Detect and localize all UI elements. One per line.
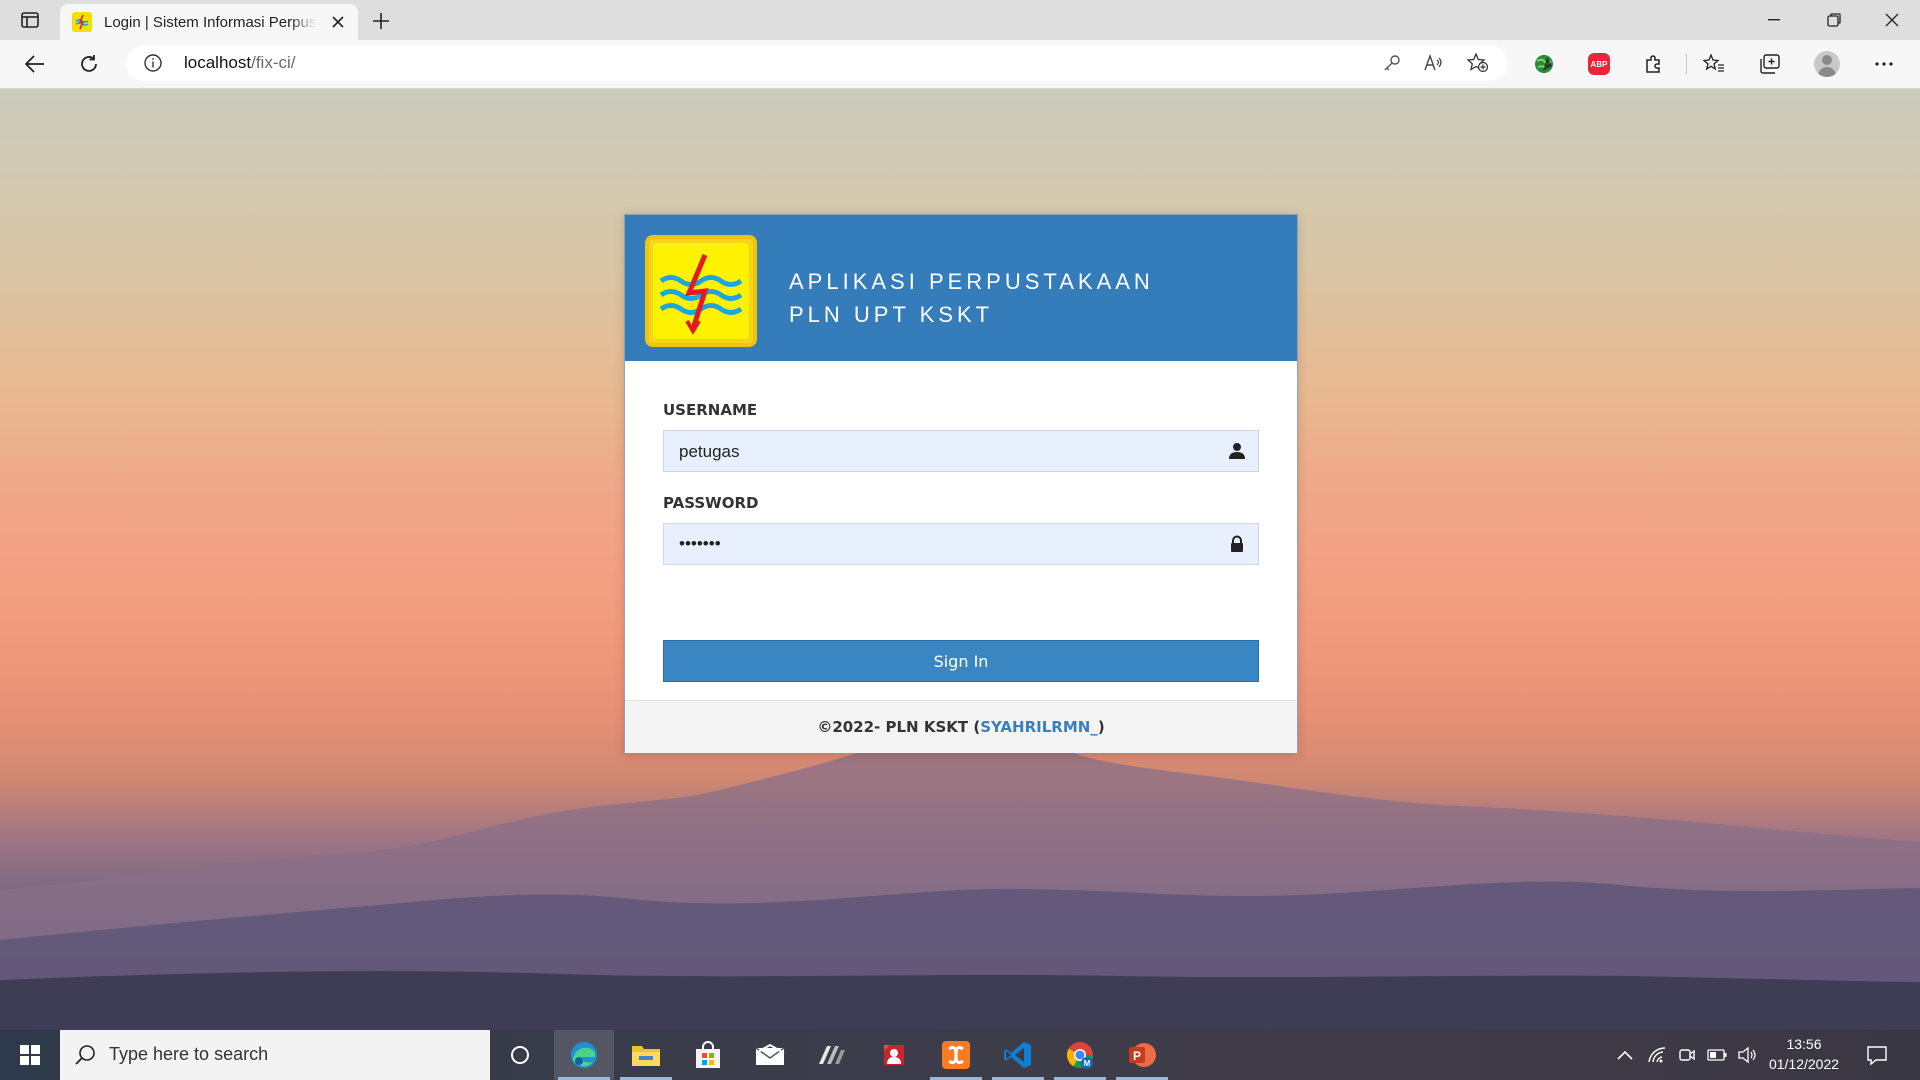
pln-logo: [645, 235, 757, 347]
abp-badge: ABP: [1588, 53, 1610, 75]
username-value: petugas: [679, 442, 740, 461]
close-window-icon[interactable]: [1864, 0, 1920, 40]
file-explorer-icon[interactable]: [616, 1030, 676, 1080]
globe-extension-icon[interactable]: [1530, 50, 1558, 78]
meet-now-icon[interactable]: [1676, 1044, 1698, 1066]
clock-date: 01/12/2022: [1768, 1056, 1840, 1072]
url-host: localhost: [184, 53, 252, 72]
restore-icon[interactable]: [1806, 0, 1862, 40]
battery-icon[interactable]: [1706, 1044, 1728, 1066]
browser-tab-bar: Login | Sistem Informasi Perpustakaan: [0, 0, 1920, 40]
back-icon[interactable]: [18, 48, 52, 80]
collections-icon[interactable]: [1756, 50, 1784, 78]
lightning-wave-icon: [659, 254, 743, 335]
login-form: USERNAME petugas PASSWORD •••••••: [663, 401, 1259, 565]
extensions-icon[interactable]: [1640, 50, 1668, 78]
toolbar-divider: [1686, 54, 1687, 74]
app-red-icon[interactable]: [864, 1030, 924, 1080]
taskbar-clock[interactable]: 13:56 01/12/2022: [1760, 1034, 1848, 1074]
search-icon: [75, 1045, 95, 1065]
login-page-background: APLIKASI PERPUSTAKAAN PLN UPT KSKT USERN…: [0, 89, 1920, 1030]
store-icon[interactable]: [678, 1030, 738, 1080]
username-field[interactable]: petugas: [663, 430, 1259, 472]
cortana-icon[interactable]: [490, 1030, 550, 1080]
vscode-icon[interactable]: [988, 1030, 1048, 1080]
author-link[interactable]: SYAHRILRMN_: [980, 718, 1098, 736]
lock-icon: [1231, 535, 1243, 552]
profile-avatar[interactable]: [1813, 50, 1841, 78]
windows-taskbar: Type here to search M P 13:56 01/12/2022: [0, 1030, 1920, 1080]
login-card: APLIKASI PERPUSTAKAAN PLN UPT KSKT USERN…: [624, 214, 1298, 753]
favorites-icon[interactable]: [1700, 50, 1728, 78]
chevron-up-icon[interactable]: [1614, 1044, 1636, 1066]
notifications-icon[interactable]: [1866, 1044, 1888, 1066]
powerpoint-icon[interactable]: P: [1112, 1030, 1172, 1080]
taskbar-search-box[interactable]: Type here to search: [60, 1030, 490, 1080]
tab-actions-icon[interactable]: [12, 8, 48, 32]
password-field[interactable]: •••••••: [663, 523, 1259, 565]
pln-favicon-icon: [72, 12, 92, 32]
user-icon: [1229, 443, 1245, 459]
avatar-icon: [1814, 51, 1840, 77]
url-text[interactable]: localhost/fix-ci/: [184, 53, 296, 73]
tab-title: Login | Sistem Informasi Perpustakaan: [104, 13, 316, 31]
add-favorite-icon[interactable]: [1466, 51, 1490, 75]
svg-text:P: P: [1133, 1049, 1141, 1063]
volume-icon[interactable]: [1736, 1044, 1758, 1066]
chrome-icon[interactable]: M: [1050, 1030, 1110, 1080]
windows-start-icon[interactable]: [0, 1030, 60, 1080]
url-path: /fix-ci/: [251, 53, 296, 72]
browser-nav-bar: localhost/fix-ci/ ABP: [0, 40, 1920, 89]
browser-tab-active[interactable]: Login | Sistem Informasi Perpustakaan: [60, 4, 358, 40]
app-title: APLIKASI PERPUSTAKAAN PLN UPT KSKT: [789, 265, 1154, 331]
login-card-footer: ©2022- PLN KSKT (SYAHRILRMN_): [625, 700, 1297, 753]
app-title-line2: PLN UPT KSKT: [789, 302, 994, 327]
pln-logo-inner: [653, 243, 749, 339]
minimize-icon[interactable]: [1746, 0, 1802, 40]
username-label: USERNAME: [663, 401, 758, 419]
mail-icon[interactable]: [740, 1030, 800, 1080]
site-info-icon[interactable]: [144, 54, 162, 72]
more-icon[interactable]: [1870, 50, 1898, 78]
app-stripes-icon[interactable]: [802, 1030, 862, 1080]
wifi-icon[interactable]: [1646, 1044, 1668, 1066]
close-tab-icon[interactable]: [326, 10, 350, 34]
login-card-header: APLIKASI PERPUSTAKAAN PLN UPT KSKT: [625, 215, 1297, 361]
edge-icon[interactable]: [554, 1030, 614, 1080]
copyright-text: ©2022- PLN KSKT (: [817, 718, 981, 736]
clock-time: 13:56: [1786, 1036, 1822, 1052]
app-title-line1: APLIKASI PERPUSTAKAAN: [789, 269, 1154, 294]
read-aloud-icon[interactable]: [1422, 51, 1446, 75]
adblock-plus-icon[interactable]: ABP: [1585, 50, 1613, 78]
key-icon[interactable]: [1380, 51, 1404, 75]
search-placeholder: Type here to search: [109, 1044, 269, 1064]
password-label: PASSWORD: [663, 494, 759, 512]
mountain-silhouette: [0, 721, 1920, 1030]
reload-icon[interactable]: [72, 48, 106, 80]
xampp-icon[interactable]: [926, 1030, 986, 1080]
svg-text:M: M: [1084, 1059, 1091, 1068]
address-bar[interactable]: localhost/fix-ci/: [126, 45, 1508, 81]
new-tab-icon[interactable]: [368, 8, 394, 34]
sign-in-button[interactable]: Sign In: [663, 640, 1259, 682]
copyright-close: ): [1097, 718, 1105, 736]
password-value: •••••••: [679, 534, 721, 553]
